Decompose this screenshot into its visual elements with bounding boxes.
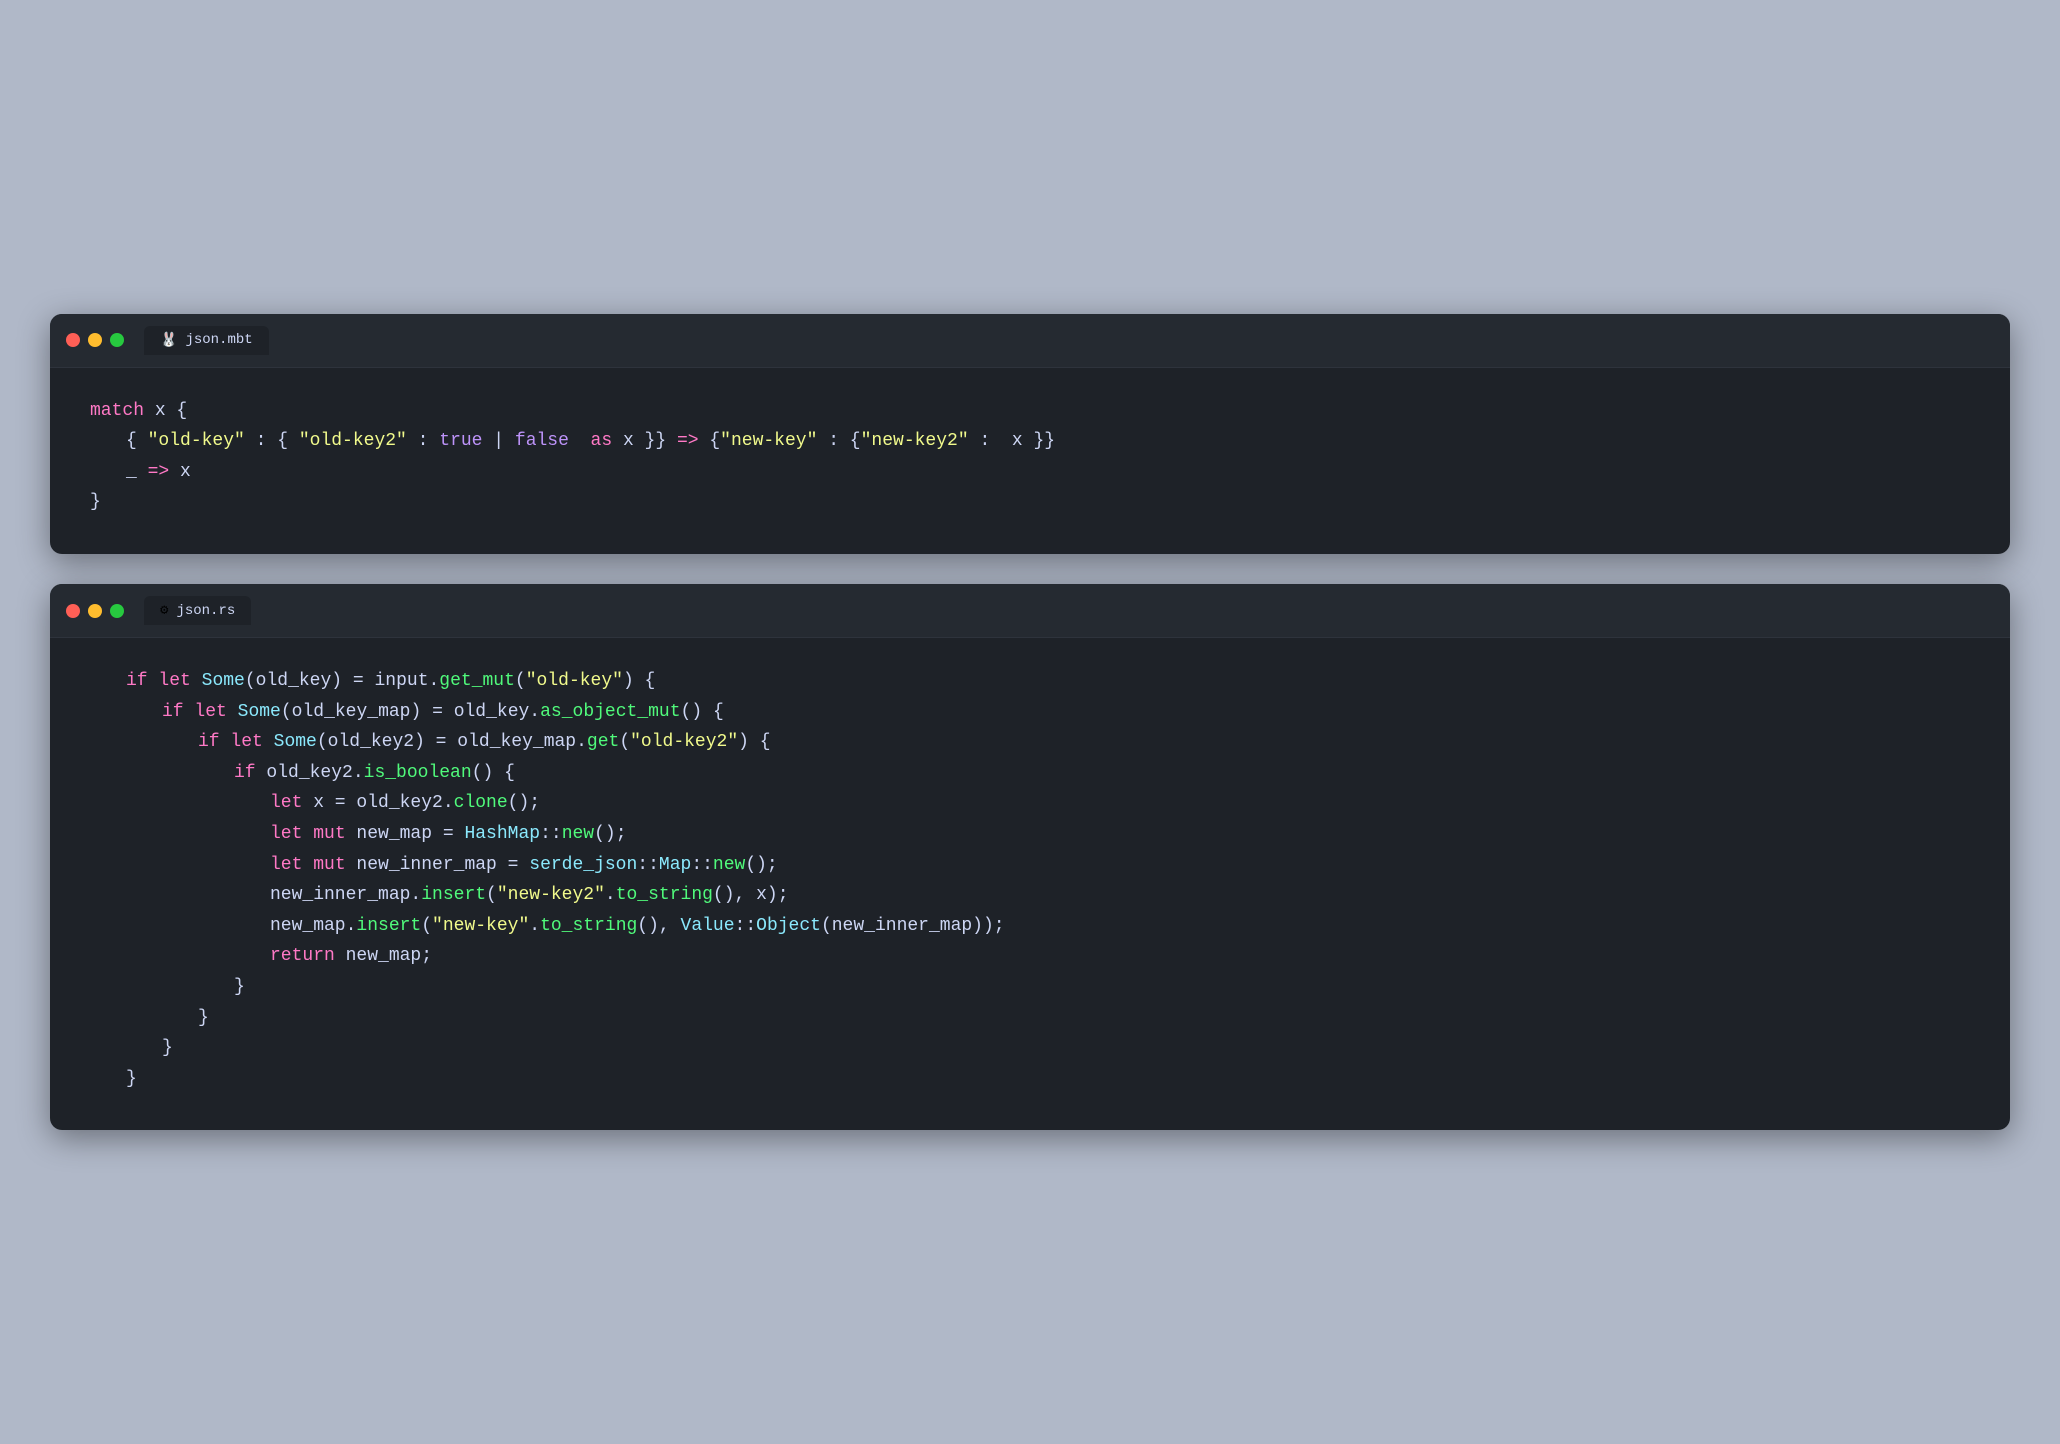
tab-mbt[interactable]: 🐰 json.mbt — [144, 326, 269, 355]
rs-line-10: return new_map; — [270, 941, 1970, 972]
rs-line-4: if old_key2.is_boolean() { — [234, 758, 1970, 789]
file-icon-rs: ⚙ — [160, 602, 168, 619]
window-rs: ⚙ json.rs if let Some(old_key) = input.g… — [50, 584, 2010, 1130]
titlebar-rs: ⚙ json.rs — [50, 584, 2010, 638]
rs-line-3: if let Some(old_key2) = old_key_map.get(… — [198, 727, 1970, 758]
window-mbt: 🐰 json.mbt match x { { "old-key" : { "ol… — [50, 314, 2010, 554]
rs-line-8: new_inner_map.insert("new-key2".to_strin… — [270, 880, 1970, 911]
code-line-2: { "old-key" : { "old-key2" : true | fals… — [126, 426, 1970, 457]
titlebar-mbt: 🐰 json.mbt — [50, 314, 2010, 368]
file-icon-mbt: 🐰 — [160, 332, 177, 349]
rs-line-13: } — [162, 1033, 1970, 1064]
minimize-button-rs[interactable] — [88, 604, 102, 618]
code-line-1: match x { — [90, 396, 1970, 427]
tab-label-mbt: json.mbt — [185, 332, 252, 348]
rs-line-11: } — [234, 972, 1970, 1003]
rs-line-7: let mut new_inner_map = serde_json::Map:… — [270, 850, 1970, 881]
code-line-3: _ => x — [126, 457, 1970, 488]
code-area-mbt: match x { { "old-key" : { "old-key2" : t… — [50, 368, 2010, 554]
maximize-button[interactable] — [110, 333, 124, 347]
code-line-4: } — [90, 487, 1970, 518]
close-button[interactable] — [66, 333, 80, 347]
rs-line-9: new_map.insert("new-key".to_string(), Va… — [270, 911, 1970, 942]
traffic-lights-mbt — [66, 333, 124, 347]
code-area-rs: if let Some(old_key) = input.get_mut("ol… — [50, 638, 2010, 1130]
traffic-lights-rs — [66, 604, 124, 618]
tab-rs[interactable]: ⚙ json.rs — [144, 596, 251, 625]
rs-line-14: } — [126, 1064, 1970, 1095]
rs-line-6: let mut new_map = HashMap::new(); — [270, 819, 1970, 850]
rs-line-5: let x = old_key2.clone(); — [270, 788, 1970, 819]
maximize-button-rs[interactable] — [110, 604, 124, 618]
close-button-rs[interactable] — [66, 604, 80, 618]
rs-line-12: } — [198, 1003, 1970, 1034]
rs-line-1: if let Some(old_key) = input.get_mut("ol… — [126, 666, 1970, 697]
tab-label-rs: json.rs — [176, 603, 235, 619]
rs-line-2: if let Some(old_key_map) = old_key.as_ob… — [162, 697, 1970, 728]
minimize-button[interactable] — [88, 333, 102, 347]
